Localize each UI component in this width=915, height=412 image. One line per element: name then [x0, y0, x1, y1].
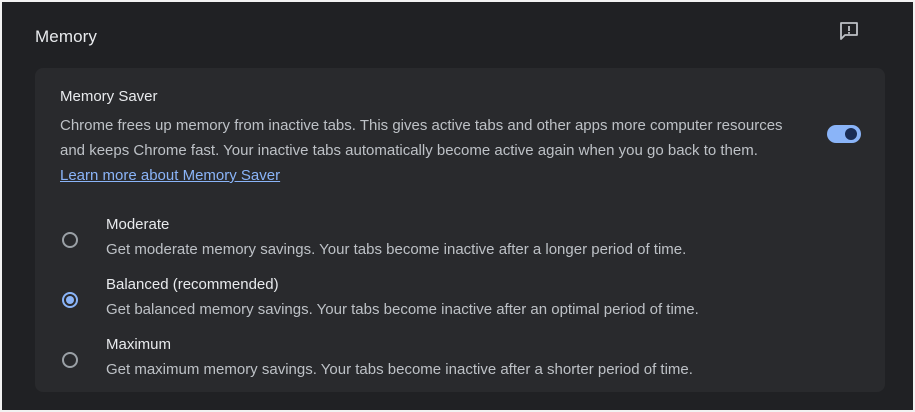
- feedback-button[interactable]: [836, 20, 862, 46]
- option-maximum[interactable]: Maximum Get maximum memory savings. Your…: [35, 336, 885, 392]
- feedback-icon: [838, 20, 860, 47]
- memory-saver-toggle[interactable]: [827, 125, 861, 143]
- memory-saver-card: Memory Saver Chrome frees up memory from…: [35, 68, 885, 392]
- option-moderate[interactable]: Moderate Get moderate memory savings. Yo…: [35, 216, 885, 272]
- radio-balanced[interactable]: [62, 292, 78, 308]
- option-label: Maximum: [106, 336, 172, 353]
- page-title: Memory: [35, 27, 97, 46]
- memory-saver-description: Chrome frees up memory from inactive tab…: [60, 113, 800, 188]
- learn-more-link[interactable]: Learn more about Memory Saver: [60, 167, 280, 184]
- option-description: Get balanced memory savings. Your tabs b…: [106, 301, 699, 318]
- memory-saver-description-text: Chrome frees up memory from inactive tab…: [60, 117, 783, 159]
- option-label: Balanced (recommended): [106, 276, 279, 293]
- option-description: Get moderate memory savings. Your tabs b…: [106, 241, 687, 258]
- option-balanced[interactable]: Balanced (recommended) Get balanced memo…: [35, 276, 885, 332]
- toggle-knob: [845, 128, 857, 140]
- option-description: Get maximum memory savings. Your tabs be…: [106, 361, 693, 378]
- memory-saver-title: Memory Saver: [60, 88, 158, 105]
- radio-maximum[interactable]: [62, 352, 78, 368]
- radio-moderate[interactable]: [62, 232, 78, 248]
- settings-window: Memory Memory Saver Chrome frees up memo…: [2, 2, 913, 410]
- option-label: Moderate: [106, 216, 170, 233]
